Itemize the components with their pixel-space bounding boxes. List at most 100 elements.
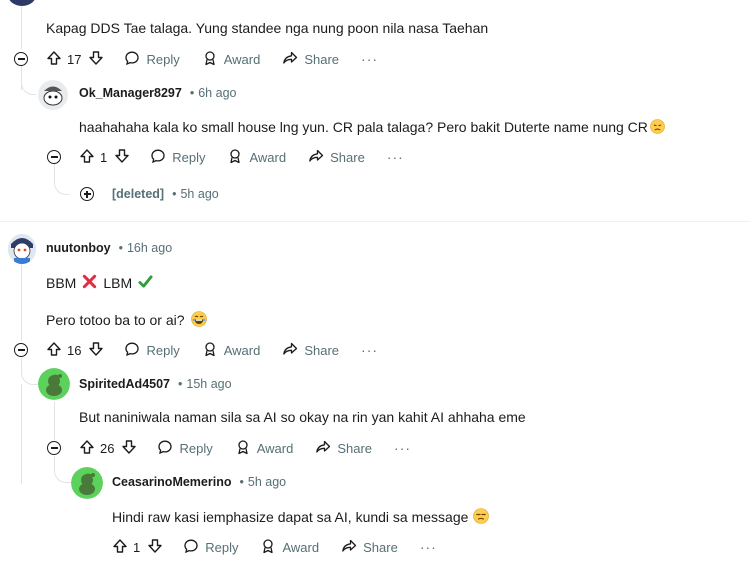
reply-button[interactable]: Reply — [124, 341, 180, 360]
thread-curve — [21, 80, 36, 95]
disappointed-face-icon — [650, 119, 665, 137]
comment-body: Pero totoo ba to or ai? — [46, 311, 207, 330]
award-button[interactable]: Award — [202, 50, 260, 69]
timestamp[interactable]: 6h ago — [198, 86, 236, 100]
more-options-button[interactable]: ··· — [387, 149, 404, 165]
comment-body: Hindi raw kasi iemphasize dapat sa AI, k… — [112, 508, 490, 527]
vote-count: 26 — [100, 440, 115, 456]
upvote-icon[interactable] — [46, 341, 62, 360]
check-mark-icon — [138, 274, 153, 292]
timestamp[interactable]: 5h ago — [248, 475, 286, 489]
comment-header: CeasarinoMemerino • 5h ago — [112, 475, 286, 489]
award-button[interactable]: Award — [202, 341, 260, 360]
author-name: [deleted] — [112, 187, 165, 201]
vote-count: 1 — [100, 149, 108, 165]
author-name[interactable]: nuutonboy — [46, 241, 111, 255]
share-button[interactable]: Share — [308, 148, 365, 167]
meta-separator: • — [118, 241, 123, 255]
upvote-icon[interactable] — [79, 148, 95, 167]
collapse-thread-button[interactable] — [14, 343, 28, 357]
reply-button[interactable]: Reply — [183, 538, 238, 557]
reply-icon — [124, 50, 146, 69]
timestamp[interactable]: 16h ago — [127, 241, 172, 255]
award-icon — [202, 50, 224, 69]
collapse-thread-button[interactable] — [47, 150, 61, 164]
share-icon — [308, 148, 330, 167]
thread-line — [21, 264, 22, 341]
upvote-icon[interactable] — [112, 538, 128, 557]
reply-icon — [150, 148, 172, 167]
award-button[interactable]: Award — [235, 439, 293, 458]
upvote-icon[interactable] — [46, 50, 62, 69]
thread-curve — [54, 164, 69, 195]
avatar[interactable] — [8, 234, 36, 264]
downvote-icon[interactable] — [147, 538, 163, 557]
share-button[interactable]: Share — [282, 50, 339, 69]
thread-curve — [54, 456, 73, 483]
reply-button[interactable]: Reply — [124, 50, 180, 69]
meta-separator: • — [172, 187, 177, 201]
share-icon — [282, 50, 304, 69]
comment-body: But naniniwala naman sila sa AI so okay … — [79, 409, 526, 425]
laughing-face-icon — [190, 311, 207, 330]
downvote-icon[interactable] — [121, 439, 137, 458]
meta-separator: • — [189, 86, 195, 100]
collapse-thread-button[interactable] — [14, 52, 28, 66]
unamused-face-icon — [473, 508, 490, 527]
author-name[interactable]: Ok_Manager8297 — [79, 86, 182, 100]
award-icon — [202, 341, 224, 360]
comment-actions: 1 Reply Award Share ··· — [112, 535, 437, 559]
comment-header: Ok_Manager8297 • 6h ago — [79, 86, 236, 100]
reply-button[interactable]: Reply — [157, 439, 213, 458]
share-icon — [282, 341, 304, 360]
cross-mark-icon — [82, 274, 97, 292]
award-icon — [260, 538, 282, 557]
more-options-button[interactable]: ··· — [394, 440, 411, 456]
author-name[interactable]: CeasarinoMemerino — [112, 475, 231, 489]
award-button[interactable]: Award — [260, 538, 319, 557]
thread-line — [21, 0, 22, 49]
share-button[interactable]: Share — [282, 341, 339, 360]
reply-icon — [124, 341, 146, 360]
avatar[interactable] — [8, 0, 36, 6]
vote-count: 17 — [67, 51, 82, 67]
more-options-button[interactable]: ··· — [361, 51, 378, 67]
avatar[interactable] — [38, 368, 70, 400]
comment-header: SpiritedAd4507 • 15h ago — [79, 377, 232, 391]
divider — [0, 221, 750, 222]
comment-body: haahahaha kala ko small house lng yun. C… — [79, 119, 665, 137]
comment-actions: 16 Reply Award Share ··· — [46, 338, 378, 362]
author-name[interactable]: SpiritedAd4507 — [79, 377, 170, 391]
avatar[interactable] — [38, 80, 68, 110]
share-button[interactable]: Share — [315, 439, 372, 458]
share-icon — [341, 538, 363, 557]
thread-curve — [21, 358, 38, 385]
downvote-icon[interactable] — [114, 148, 130, 167]
comment-header: nuutonboy • 16h ago — [46, 241, 172, 255]
comment-actions: 1 Reply Award Share ··· — [79, 145, 404, 169]
collapse-thread-button[interactable] — [47, 441, 61, 455]
meta-separator: • — [178, 377, 183, 391]
thread-line — [21, 384, 22, 484]
downvote-icon[interactable] — [88, 50, 104, 69]
downvote-icon[interactable] — [88, 341, 104, 360]
award-icon — [235, 439, 257, 458]
more-options-button[interactable]: ··· — [361, 342, 378, 358]
comment-body: Kapag DDS Tae talaga. Yung standee nga n… — [46, 20, 489, 36]
timestamp[interactable]: 15h ago — [186, 377, 231, 391]
award-button[interactable]: Award — [227, 148, 286, 167]
reply-button[interactable]: Reply — [150, 148, 205, 167]
upvote-icon[interactable] — [79, 439, 95, 458]
more-options-button[interactable]: ··· — [420, 539, 437, 555]
avatar[interactable] — [71, 467, 103, 499]
award-icon — [227, 148, 249, 167]
share-button[interactable]: Share — [341, 538, 398, 557]
timestamp[interactable]: 5h ago — [180, 187, 218, 201]
vote-count: 16 — [67, 342, 82, 358]
expand-thread-button[interactable] — [80, 187, 94, 201]
meta-separator: • — [239, 475, 244, 489]
comment-body: BBM LBM — [46, 274, 153, 292]
thread-line — [54, 402, 55, 440]
share-icon — [315, 439, 337, 458]
comment-actions: 26 Reply Award Share ··· — [79, 436, 411, 460]
